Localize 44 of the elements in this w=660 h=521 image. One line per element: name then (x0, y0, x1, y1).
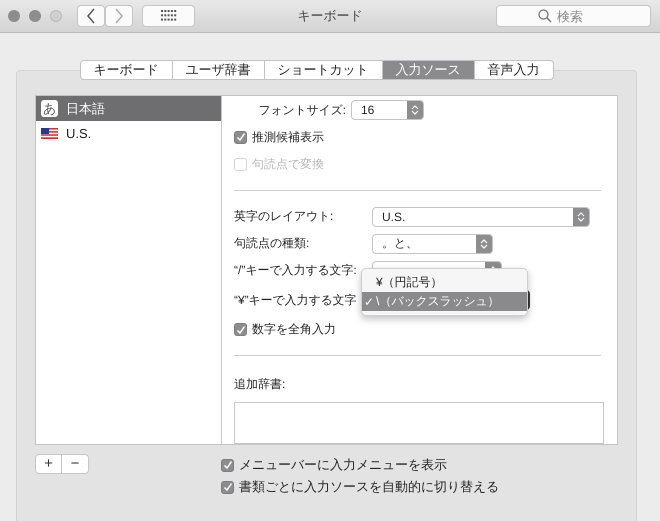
flag-icon (41, 128, 58, 139)
chevron-right-icon (114, 8, 124, 24)
setting-label: 追加辞書: (234, 376, 286, 393)
checkbox[interactable] (221, 480, 234, 494)
setting-label: 英字のレイアウト: (234, 208, 334, 226)
show-all-button[interactable] (142, 5, 195, 27)
chevron-left-icon (86, 8, 96, 24)
close-icon[interactable] (8, 10, 20, 22)
minimize-icon[interactable] (29, 10, 41, 22)
grid-icon (160, 10, 176, 22)
source-name: U.S. (66, 126, 92, 141)
window-title: キーボード (298, 7, 362, 25)
search-field[interactable]: 検索 (496, 5, 651, 27)
setting-label: 句読点の種類: (234, 235, 310, 252)
checkbox-label: 推測候補表示 (252, 128, 324, 146)
search-icon (538, 9, 552, 23)
remove-button[interactable]: − (62, 454, 89, 474)
checkbox[interactable] (234, 130, 247, 144)
back-button[interactable] (77, 5, 105, 27)
setting-label: “/”キーで入力する文字: (234, 262, 358, 280)
setting-label: フォントサイズ: (258, 102, 346, 119)
menu-item[interactable]: ¥（円記号） (362, 273, 527, 292)
source-name: 日本語 (66, 100, 105, 118)
tab[interactable]: ショートカット (264, 60, 382, 80)
popup-button[interactable]: 。と、 (372, 234, 493, 254)
stepper-icon (476, 234, 492, 253)
source-list-item[interactable]: あ 日本語 (36, 96, 221, 121)
tab[interactable]: キーボード (80, 60, 172, 80)
checkbox-label: メニューバーに入力メニューを表示 (239, 456, 447, 474)
source-list-item[interactable]: U.S. (36, 121, 221, 146)
tab[interactable]: 音声入力 (474, 60, 554, 80)
stepper-icon (407, 101, 423, 120)
checkbox[interactable] (234, 323, 247, 336)
font-size-popup[interactable]: 16 (351, 100, 424, 120)
setting-label: “¥”キーで入力する文字 (234, 292, 357, 309)
popup-button[interactable]: U.S. (372, 206, 590, 227)
checkbox-label: 書類ごとに入力ソースを自動的に切り替える (239, 478, 499, 496)
checkbox[interactable] (221, 458, 234, 472)
tab[interactable]: ユーザ辞書 (172, 60, 264, 80)
kana-icon: あ (41, 100, 58, 117)
stepper-icon (573, 208, 589, 226)
add-button[interactable]: + (35, 454, 62, 474)
checkbox-label: 数字を全角入力 (252, 321, 336, 338)
checkbox-label: 句読点で変換 (252, 156, 324, 173)
